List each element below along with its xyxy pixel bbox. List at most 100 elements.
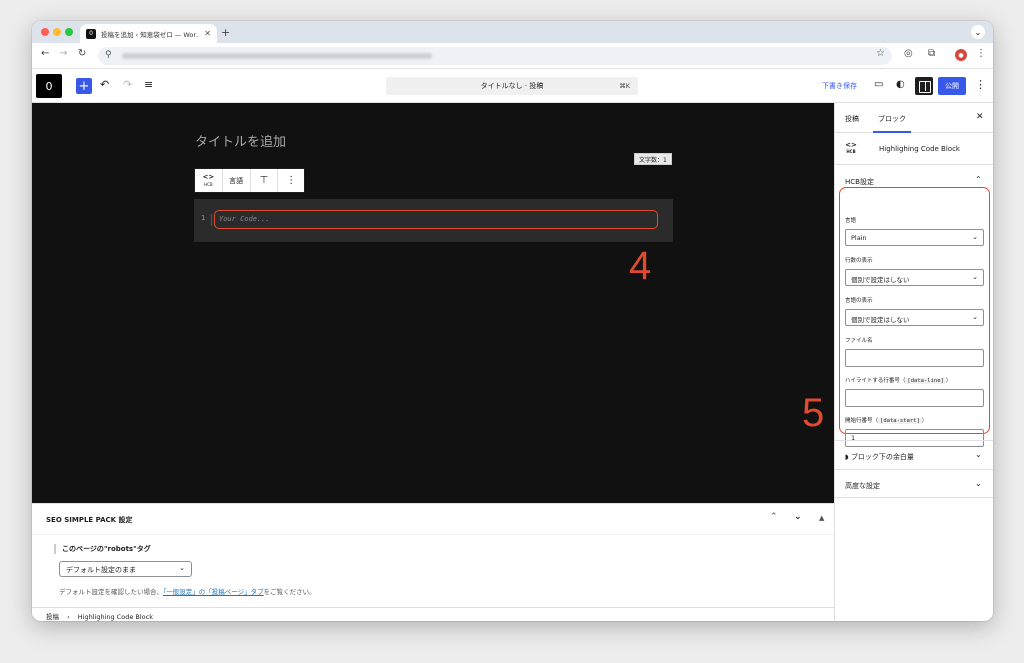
annotation-marker-5: 5 (802, 391, 825, 435)
add-block-button[interactable]: + (76, 78, 92, 94)
language-select-value: Plain (851, 234, 867, 242)
language-label: 言語 (845, 218, 857, 224)
tab-search-icon[interactable]: ⌄ (971, 25, 985, 39)
language-display-select-value: 個別で設定はしない (851, 316, 910, 324)
browser-menu-icon[interactable]: ⋮ (976, 48, 986, 59)
minimize-window-button[interactable] (53, 28, 61, 36)
move-up-icon[interactable]: ⌃ (770, 512, 778, 522)
paint-roller-icon[interactable]: ⊤ (251, 169, 279, 192)
profile-avatar[interactable]: ● (955, 49, 967, 61)
tab-strip: 0 投稿を追加 ‹ 知恵袋ゼロ — Wor… ✕ + ⌄ (32, 21, 993, 43)
tab-title: 投稿を追加 ‹ 知恵袋ゼロ — Wor… (101, 30, 200, 39)
word-count: 文字数：1 (634, 153, 672, 165)
publish-button[interactable]: 公開 (938, 77, 966, 95)
robots-select[interactable]: デフォルト設定のまま ⌄ (59, 561, 192, 577)
command-palette[interactable]: タイトルなし · 投稿 ⌘K (386, 77, 638, 95)
post-title[interactable]: タイトルを追加 (195, 131, 286, 150)
redo-icon[interactable]: ↷ (123, 78, 132, 91)
block-name: Highlighing Code Block (879, 145, 960, 153)
start-line-label: 開始行番号（ [data-start]） (845, 418, 928, 424)
language-button[interactable]: 言語 (223, 169, 251, 192)
reload-icon[interactable]: ↻ (78, 48, 86, 59)
filename-label: ファイル名 (845, 338, 873, 344)
theme-toggle-icon[interactable]: ◐ (896, 79, 905, 90)
puzzle-icon[interactable]: ⧉ (928, 48, 935, 59)
breadcrumb-post[interactable]: 投稿 (46, 613, 59, 621)
highlight-lines-input[interactable] (845, 389, 984, 407)
options-menu-icon[interactable]: ⋮ (975, 78, 986, 91)
margin-panel[interactable]: ◗ ブロック下の余白量 ⌄ (835, 440, 993, 469)
chevron-down-icon: ⌄ (972, 273, 978, 281)
advanced-panel[interactable]: 高度な設定 ⌄ (835, 469, 993, 498)
language-display-label: 言語の表示 (845, 298, 873, 304)
block-options-icon[interactable]: ⋮ (278, 169, 304, 192)
site-info-icon[interactable]: ⚲ (105, 50, 112, 60)
tab-favicon: 0 (86, 28, 96, 39)
extension-icon[interactable]: ◎ (904, 48, 913, 59)
editor-canvas: タイトルを追加 文字数：1 <> HCB 言語 ⊤ ⋮ 1 Your Code.… (32, 103, 834, 503)
seo-note: デフォルト設定を確認したい場合、「一般設定」の「投稿ページ」タブをご覧ください。 (59, 586, 316, 596)
close-icon[interactable]: ✕ (976, 112, 984, 122)
chevron-down-icon: ⌄ (972, 233, 978, 241)
chevron-up-icon: ⌃ (975, 175, 982, 184)
command-title: タイトルなし · 投稿 (480, 82, 544, 90)
breadcrumb-block[interactable]: Highlighing Code Block (78, 613, 153, 621)
robots-select-value: デフォルト設定のまま (66, 566, 136, 574)
seo-note-prefix: デフォルト設定を確認したい場合、 (59, 588, 163, 596)
code-input[interactable]: Your Code... (211, 210, 658, 229)
forward-icon[interactable]: → (59, 48, 67, 59)
chevron-down-icon: ⌄ (975, 479, 982, 488)
preview-icon[interactable]: ▭ (874, 79, 883, 90)
seo-simple-pack-panel: SEO SIMPLE PACK 設定 ⌃ ⌄ ▲ このページの"robots"タ… (32, 503, 834, 607)
code-block: 1 Your Code... (194, 199, 673, 242)
hcb-block-icon: <> HCB (845, 141, 857, 155)
blurred-url (122, 53, 432, 59)
margin-panel-title: ◗ ブロック下の余白量 (845, 453, 914, 461)
command-shortcut: ⌘K (619, 82, 630, 90)
browser-window: 0 投稿を追加 ‹ 知恵袋ゼロ — Wor… ✕ + ⌄ ← → ↻ ⚲ ☆ ◎… (32, 21, 993, 621)
breadcrumb: 投稿 › Highlighing Code Block (32, 607, 834, 621)
tab-post[interactable]: 投稿 (845, 114, 859, 124)
back-icon[interactable]: ← (41, 48, 49, 59)
advanced-panel-title: 高度な設定 (845, 482, 880, 490)
chevron-down-icon: ⌄ (972, 313, 978, 321)
block-card: <> HCB Highlighing Code Block (835, 133, 993, 165)
hcb-icon: <> (202, 172, 215, 181)
collapse-icon[interactable]: ▲ (819, 514, 824, 522)
language-display-select[interactable]: 個別で設定はしない ⌄ (845, 309, 984, 326)
save-draft-button[interactable]: 下書き保存 (822, 81, 857, 91)
new-tab-button[interactable]: + (221, 26, 230, 39)
sidebar-tabs: 投稿 ブロック ✕ (835, 103, 993, 133)
address-bar-row: ← → ↻ ⚲ ☆ ◎ ⧉ ● ⋮ (32, 43, 993, 69)
address-bar[interactable]: ⚲ (98, 47, 892, 65)
language-select[interactable]: Plain ⌄ (845, 229, 984, 246)
seo-note-suffix: をご覧ください。 (263, 588, 316, 596)
robots-label: このページの"robots"タグ (54, 544, 151, 554)
line-numbers-label: 行数の表示 (845, 258, 873, 264)
chevron-down-icon: ⌄ (179, 564, 185, 572)
undo-icon[interactable]: ↶ (100, 78, 109, 91)
bookmark-star-icon[interactable]: ☆ (876, 48, 885, 59)
maximize-window-button[interactable] (65, 28, 73, 36)
site-logo[interactable]: 0 (36, 74, 62, 98)
editor-toolbar: 0 + ↶ ↷ ≡ タイトルなし · 投稿 ⌘K 下書き保存 ▭ ◐ 公開 ⋮ (32, 69, 993, 103)
line-numbers-select-value: 個別で設定はしない (851, 276, 910, 284)
document-overview-icon[interactable]: ≡ (144, 78, 153, 91)
highlight-lines-label: ハイライトする行番号（ [data-line]） (845, 378, 952, 384)
breadcrumb-separator: › (67, 613, 70, 621)
move-down-icon[interactable]: ⌄ (794, 512, 802, 522)
settings-sidebar-toggle[interactable] (915, 77, 933, 95)
seo-panel-title: SEO SIMPLE PACK 設定 (46, 516, 133, 524)
general-settings-link[interactable]: 「一般設定」の「投稿ページ」タブ (163, 588, 264, 596)
block-type-button[interactable]: <> HCB (195, 169, 223, 192)
block-toolbar: <> HCB 言語 ⊤ ⋮ (194, 168, 305, 193)
tab-block[interactable]: ブロック (878, 114, 906, 124)
filename-input[interactable] (845, 349, 984, 367)
line-number: 1 (201, 214, 206, 222)
tab-close-icon[interactable]: ✕ (204, 29, 211, 38)
hcb-icon-label: HCB (204, 181, 213, 187)
line-numbers-select[interactable]: 個別で設定はしない ⌄ (845, 269, 984, 286)
hcb-settings-title: HCB設定 (845, 178, 874, 186)
close-window-button[interactable] (41, 28, 49, 36)
browser-tab[interactable]: 0 投稿を追加 ‹ 知恵袋ゼロ — Wor… ✕ (80, 24, 217, 43)
